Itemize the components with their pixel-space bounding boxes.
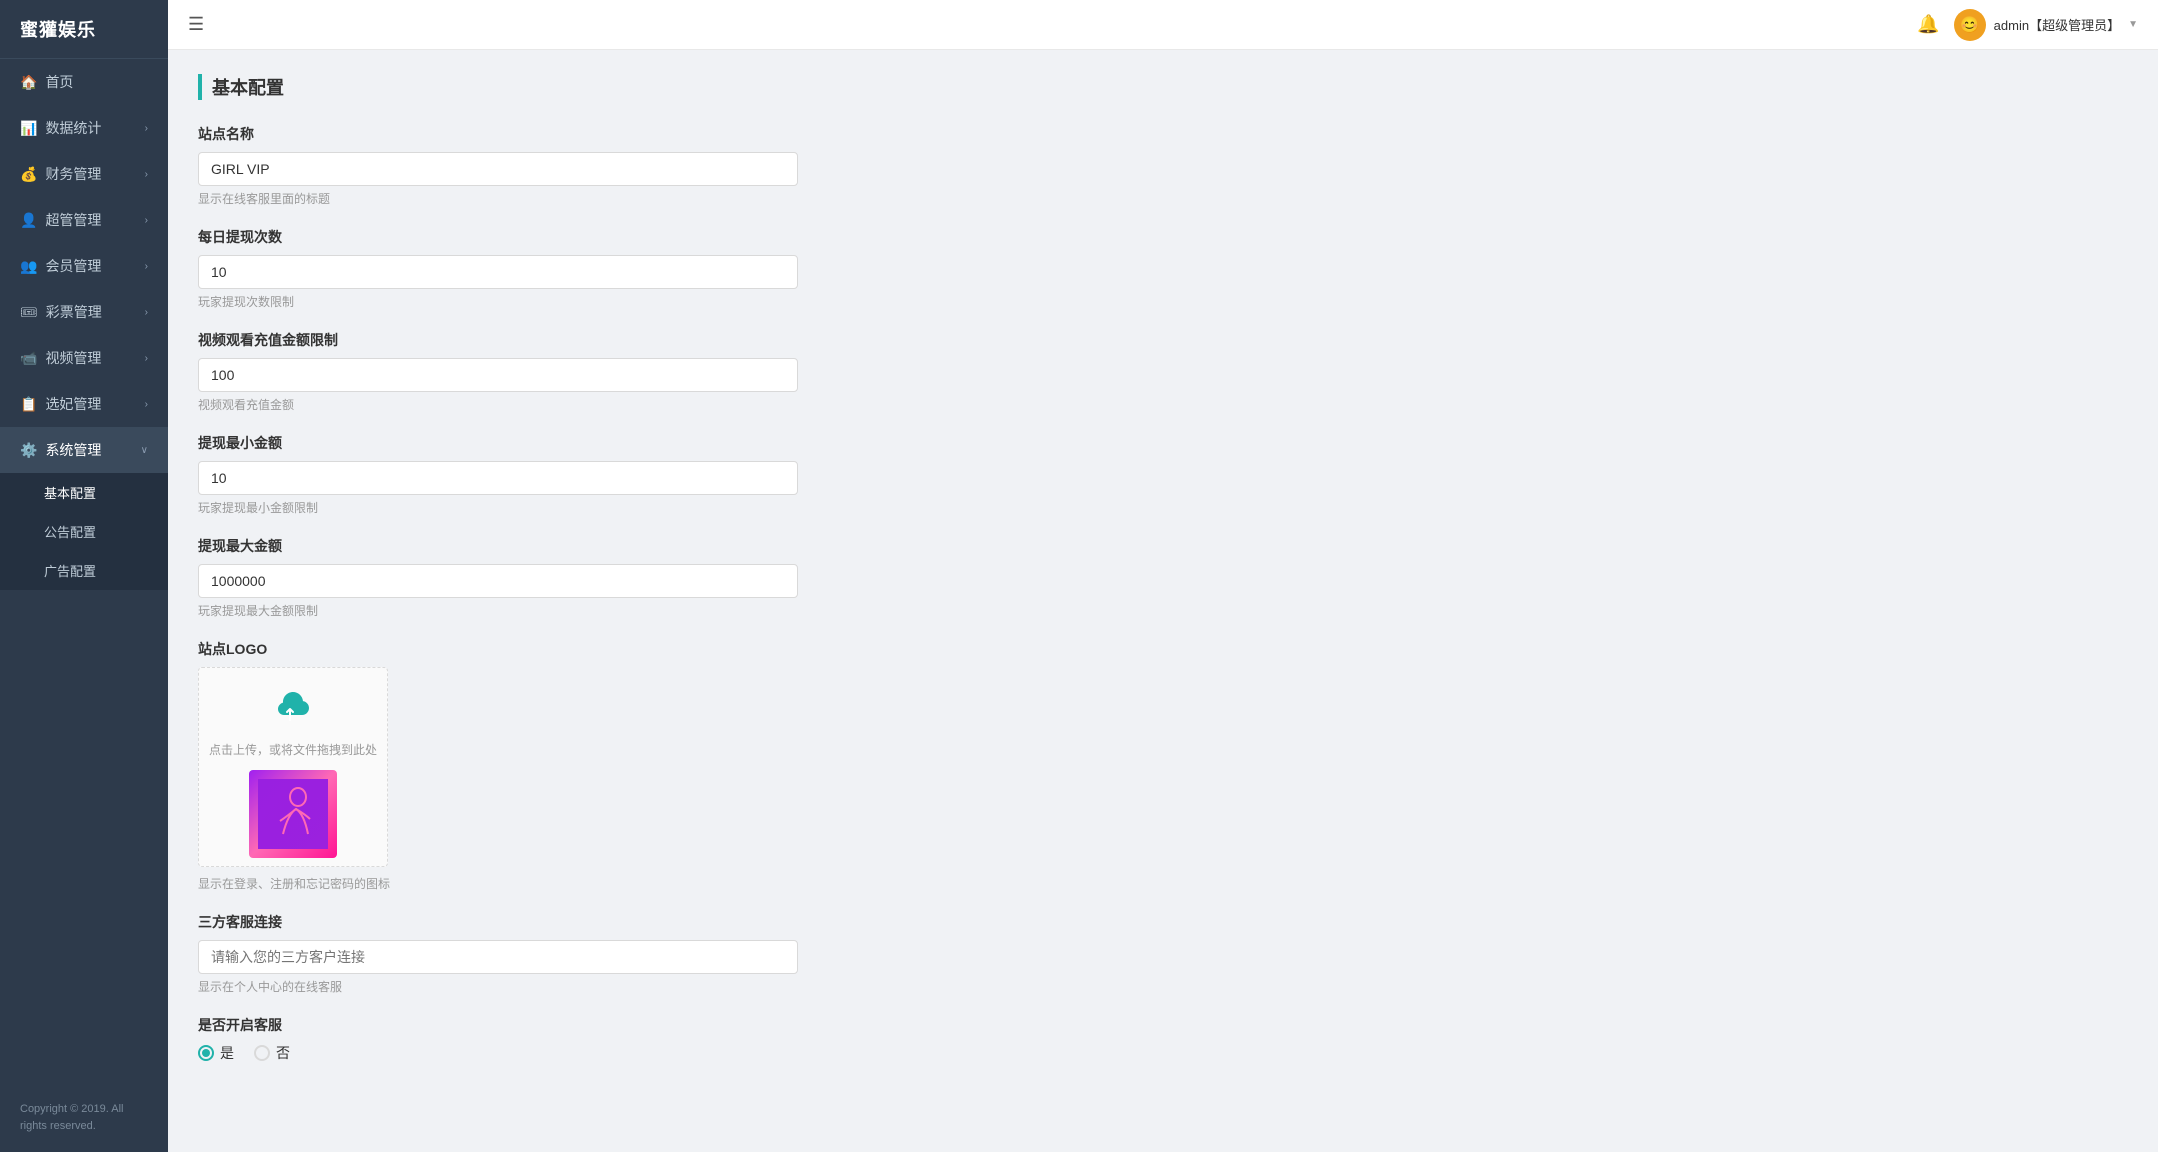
site-name-hint: 显示在线客服里面的标题 [198,190,2128,207]
sidebar-item-label: 超管管理 [45,210,101,230]
customer-service-group: 是否开启客服 是 否 [198,1015,2128,1063]
admin-label: admin【超级管理员】 [1994,15,2120,34]
daily-withdraw-hint: 玩家提现次数限制 [198,293,2128,310]
sidebar-item-label: 首页 [45,72,73,92]
sidebar-item-label: 视频管理 [45,348,101,368]
notification-icon[interactable]: 🔔 [1917,14,1939,35]
radio-yes[interactable]: 是 [198,1043,234,1063]
logo-hint: 显示在登录、注册和忘记密码的图标 [198,875,2128,892]
upload-text: 点击上传，或将文件拖拽到此处 [209,741,377,758]
min-withdraw-label: 提现最小金额 [198,433,2128,453]
sidebar-submenu-notice[interactable]: 公告配置 [0,512,168,551]
customer-service-label: 是否开启客服 [198,1015,2128,1035]
member-icon: 👥 [20,258,37,275]
sidebar-item-lottery[interactable]: 🎟 彩票管理 › [0,289,168,335]
chevron-right-icon: › [145,399,148,410]
sidebar-item-finance[interactable]: 💰 财务管理 › [0,151,168,197]
third-service-group: 三方客服连接 显示在个人中心的在线客服 [198,912,2128,995]
site-name-input[interactable] [198,152,798,186]
selection-icon: 📋 [20,396,37,413]
radio-yes-dot [202,1049,210,1057]
sidebar-submenu-basic[interactable]: 基本配置 [0,473,168,512]
home-icon: 🏠 [20,74,37,91]
site-name-group: 站点名称 显示在线客服里面的标题 [198,124,2128,207]
finance-icon: 💰 [20,166,37,183]
max-withdraw-label: 提现最大金额 [198,536,2128,556]
sidebar-item-video[interactable]: 📹 视频管理 › [0,335,168,381]
third-service-input[interactable] [198,940,798,974]
sidebar-item-label: 会员管理 [45,256,101,276]
sidebar-item-member[interactable]: 👥 会员管理 › [0,243,168,289]
radio-no[interactable]: 否 [254,1043,290,1063]
site-name-label: 站点名称 [198,124,2128,144]
menu-toggle-button[interactable]: ☰ [188,14,204,35]
logo-label: 站点LOGO [198,639,2128,659]
chevron-right-icon: › [145,307,148,318]
sidebar-item-data[interactable]: 📊 数据统计 › [0,105,168,151]
avatar: 😊 [1954,9,1986,41]
chevron-down-icon: ∨ [141,445,148,456]
chevron-right-icon: › [145,169,148,180]
main-content: 基本配置 站点名称 显示在线客服里面的标题 每日提现次数 玩家提现次数限制 视频… [168,50,2158,1152]
chevron-right-icon: › [145,215,148,226]
sidebar-submenu-ads[interactable]: 广告配置 [0,551,168,590]
sidebar-item-label: 选妃管理 [45,394,101,414]
chevron-right-icon: › [145,261,148,272]
chevron-right-icon: › [145,353,148,364]
super-icon: 👤 [20,212,37,229]
upload-cloud-icon [273,688,313,733]
logo-upload-area[interactable]: 点击上传，或将文件拖拽到此处 [198,667,388,867]
sidebar-item-label: 数据统计 [45,118,101,138]
dropdown-arrow-icon: ▼ [2128,19,2138,30]
daily-withdraw-label: 每日提现次数 [198,227,2128,247]
sidebar-footer: Copyright © 2019. All rights reserved. [0,1085,168,1152]
sidebar-item-label: 系统管理 [45,440,101,460]
sidebar-item-label: 彩票管理 [46,302,102,322]
radio-no-circle [254,1045,270,1061]
lottery-icon: 🎟 [20,304,38,321]
main-wrap: ☰ 🔔 😊 admin【超级管理员】 ▼ 基本配置 站点名称 显示在线客服里面的… [168,0,2158,1152]
video-limit-group: 视频观看充值金额限制 视频观看充值金额 [198,330,2128,413]
page-title: 基本配置 [198,74,2128,100]
min-withdraw-hint: 玩家提现最小金额限制 [198,499,2128,516]
video-icon: 📹 [20,350,37,367]
sidebar-item-label: 财务管理 [45,164,101,184]
min-withdraw-input[interactable] [198,461,798,495]
user-menu[interactable]: 😊 admin【超级管理员】 ▼ [1954,9,2138,41]
sidebar: 蜜獾娱乐 🏠 首页 📊 数据统计 › 💰 财务管理 › [0,0,168,1152]
sidebar-item-system[interactable]: ⚙️ 系统管理 ∨ [0,427,168,473]
sidebar-item-super[interactable]: 👤 超管管理 › [0,197,168,243]
sidebar-logo: 蜜獾娱乐 [0,0,168,59]
sidebar-menu: 🏠 首页 📊 数据统计 › 💰 财务管理 › 👤 超管管理 [0,59,168,1085]
sidebar-item-home[interactable]: 🏠 首页 [0,59,168,105]
radio-yes-circle [198,1045,214,1061]
customer-service-radio-group: 是 否 [198,1043,2128,1063]
data-icon: 📊 [20,120,37,137]
daily-withdraw-input[interactable] [198,255,798,289]
sidebar-submenu-system: 基本配置 公告配置 广告配置 [0,473,168,590]
video-limit-input[interactable] [198,358,798,392]
header: ☰ 🔔 😊 admin【超级管理员】 ▼ [168,0,2158,50]
sidebar-item-selection[interactable]: 📋 选妃管理 › [0,381,168,427]
min-withdraw-group: 提现最小金额 玩家提现最小金额限制 [198,433,2128,516]
radio-no-label: 否 [276,1043,290,1063]
logo-preview [249,770,337,858]
video-limit-label: 视频观看充值金额限制 [198,330,2128,350]
chevron-right-icon: › [145,123,148,134]
logo-group: 站点LOGO 点击上传，或将文件拖拽到此处 [198,639,2128,892]
system-icon: ⚙️ [20,442,37,459]
radio-yes-label: 是 [220,1043,234,1063]
max-withdraw-hint: 玩家提现最大金额限制 [198,602,2128,619]
max-withdraw-input[interactable] [198,564,798,598]
video-limit-hint: 视频观看充值金额 [198,396,2128,413]
third-service-hint: 显示在个人中心的在线客服 [198,978,2128,995]
max-withdraw-group: 提现最大金额 玩家提现最大金额限制 [198,536,2128,619]
daily-withdraw-group: 每日提现次数 玩家提现次数限制 [198,227,2128,310]
third-service-label: 三方客服连接 [198,912,2128,932]
